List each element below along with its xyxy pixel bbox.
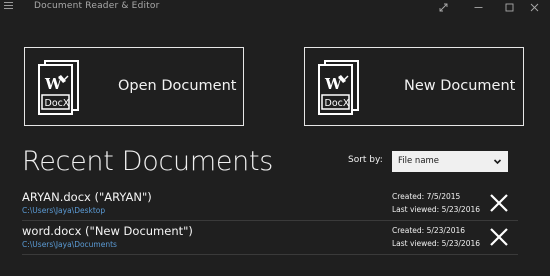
docx-file-icon: W DocX (38, 60, 79, 115)
svg-text:DocX: DocX (325, 98, 350, 109)
remove-document-icon[interactable] (488, 226, 510, 248)
sort-by-dropdown[interactable]: File name (392, 151, 508, 172)
chevron-down-icon (493, 159, 502, 165)
document-last-viewed-date: Last viewed: 5/23/2016 (392, 239, 481, 248)
row-divider (22, 220, 518, 221)
close-icon (530, 3, 538, 11)
recent-documents-heading: Recent Documents (22, 146, 274, 177)
docx-file-icon: W DocX (318, 60, 359, 115)
document-created-date: Created: 5/23/2016 (392, 226, 466, 235)
new-document-button[interactable]: W DocX New Document (304, 47, 524, 126)
document-name: word.docx ("New Document") (22, 224, 193, 238)
recent-document-row[interactable]: ARYAN.docx ("ARYAN") C:\Users\Jaya\Deskt… (22, 190, 518, 222)
recent-document-row[interactable]: word.docx ("New Document") C:\Users\Jaya… (22, 224, 518, 256)
hamburger-menu-icon[interactable] (4, 2, 13, 10)
open-document-label: Open Document (118, 78, 237, 94)
app-title: Document Reader & Editor (34, 1, 160, 11)
new-document-label: New Document (404, 78, 516, 94)
close-window-button[interactable] (518, 0, 550, 14)
document-created-date: Created: 7/5/2015 (392, 192, 461, 201)
sort-by-selected-value: File name (398, 156, 440, 166)
document-last-viewed-date: Last viewed: 5/23/2016 (392, 205, 481, 214)
svg-text:DocX: DocX (45, 98, 70, 109)
document-path-link[interactable]: C:\Users\Jaya\Documents (22, 240, 117, 249)
fullscreen-button[interactable] (423, 0, 463, 14)
row-divider (22, 254, 518, 255)
remove-document-icon[interactable] (488, 192, 510, 214)
sort-by-label: Sort by: (348, 155, 383, 165)
title-bar: Document Reader & Editor (0, 0, 550, 14)
document-name: ARYAN.docx ("ARYAN") (22, 190, 152, 204)
expand-icon (439, 3, 447, 11)
minimize-icon (474, 6, 482, 8)
open-document-button[interactable]: W DocX Open Document (24, 47, 244, 126)
document-path-link[interactable]: C:\Users\Jaya\Desktop (22, 206, 105, 215)
maximize-icon (505, 3, 513, 11)
